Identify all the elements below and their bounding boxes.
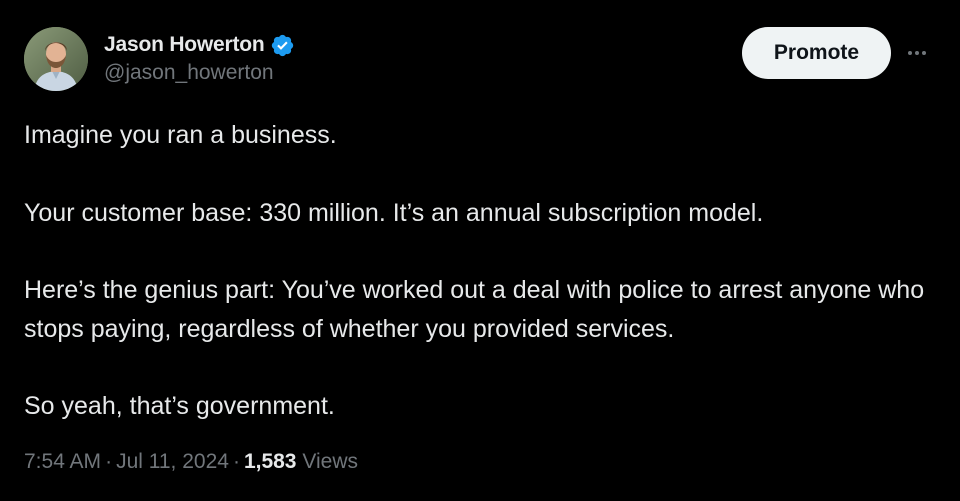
views-count[interactable]: 1,583 xyxy=(244,450,297,473)
promote-button[interactable]: Promote xyxy=(742,27,891,79)
tweet-meta: 7:54 AM · Jul 11, 2024 · 1,583 Views xyxy=(24,450,358,474)
author-name-row: Jason Howerton xyxy=(104,30,295,60)
avatar-image xyxy=(24,27,88,91)
tweet-paragraph: So yeah, that’s government. xyxy=(24,392,335,420)
tweet-time[interactable]: 7:54 AM xyxy=(24,450,101,473)
meta-separator: · xyxy=(232,450,240,473)
tweet-paragraph: Your customer base: 330 million. It’s an… xyxy=(24,198,764,227)
verified-badge-icon[interactable] xyxy=(270,33,295,58)
views-label: Views xyxy=(302,450,358,473)
tweet-paragraph: Imagine you ran a business. xyxy=(24,121,337,149)
tweet-paragraph: Here’s the genius part: You’ve worked ou… xyxy=(24,276,925,343)
author-display-name[interactable]: Jason Howerton xyxy=(104,33,265,57)
more-horizontal-icon[interactable] xyxy=(902,38,932,68)
tweet-date[interactable]: Jul 11, 2024 xyxy=(116,450,229,473)
avatar[interactable] xyxy=(24,27,88,91)
meta-separator: · xyxy=(105,450,113,473)
tweet-text: Imagine you ran a business. Your custome… xyxy=(24,116,936,426)
author-handle[interactable]: @jason_howerton xyxy=(104,61,274,85)
tweet-card: Jason Howerton @jason_howerton Promote I… xyxy=(0,0,960,501)
